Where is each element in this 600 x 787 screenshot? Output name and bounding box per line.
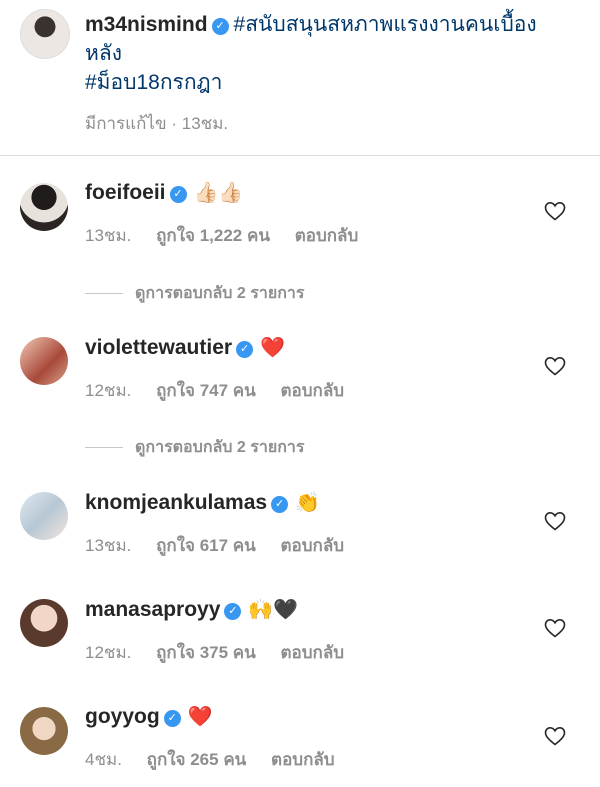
comment-meta: 4ชม. ถูกใจ 265 คน ตอบกลับ xyxy=(85,746,355,773)
post-meta: มีการแก้ไข · 13ชม. xyxy=(85,110,228,137)
post-time: 13ชม. xyxy=(181,114,229,133)
verified-badge-icon: ✓ xyxy=(169,186,187,203)
comment-header: knomjeankulamas ✓ 👏 xyxy=(85,490,320,515)
view-replies-label: ดูการตอบกลับ 2 รายการ xyxy=(135,285,305,302)
comment-text: 👏 xyxy=(295,492,320,514)
reply-button[interactable]: ตอบกลับ xyxy=(295,226,359,245)
post-author-username[interactable]: m34nismind xyxy=(85,13,208,36)
heart-outline-icon[interactable] xyxy=(543,354,567,378)
comment-likes[interactable]: ถูกใจ 265 คน xyxy=(147,750,247,769)
comment-time: 12ชม. xyxy=(85,643,132,662)
comment-avatar[interactable] xyxy=(20,599,68,647)
comment-time: 13ชม. xyxy=(85,536,132,555)
replies-line xyxy=(85,293,123,295)
heart-outline-icon[interactable] xyxy=(543,509,567,533)
comment-username[interactable]: violettewautier xyxy=(85,336,232,359)
divider xyxy=(0,155,600,156)
comment-username[interactable]: manasaproyy xyxy=(85,598,220,621)
hashtag-link[interactable]: #สนับสนุนสหภาพแรงงานคนเบื้อง xyxy=(234,13,537,36)
comment-meta: 12ชม. ถูกใจ 375 คน ตอบกลับ xyxy=(85,639,364,666)
comment-text: 👍🏻👍🏻 xyxy=(193,182,244,204)
heart-outline-icon[interactable] xyxy=(543,199,567,223)
comment-time: 13ชม. xyxy=(85,226,132,245)
post-caption: m34nismind ✓ #สนับสนุนสหภาพแรงงานคนเบื้อง … xyxy=(85,10,585,97)
verified-badge-icon: ✓ xyxy=(224,603,242,620)
heart-outline-icon[interactable] xyxy=(543,724,567,748)
comment-avatar[interactable] xyxy=(20,707,68,755)
comment-username[interactable]: foeifoeii xyxy=(85,181,166,204)
post-author-avatar[interactable] xyxy=(20,9,70,59)
comment-avatar[interactable] xyxy=(20,492,68,540)
comment-time: 4ชม. xyxy=(85,750,122,769)
comment-header: manasaproyy ✓ 🙌🖤 xyxy=(85,597,298,622)
comment-meta: 12ชม. ถูกใจ 747 คน ตอบกลับ xyxy=(85,377,364,404)
comment-header: foeifoeii ✓ 👍🏻👍🏻 xyxy=(85,180,243,205)
comment-meta: 13ชม. ถูกใจ 617 คน ตอบกลับ xyxy=(85,532,364,559)
replies-line xyxy=(85,447,123,449)
comment-time: 12ชม. xyxy=(85,381,132,400)
reply-button[interactable]: ตอบกลับ xyxy=(281,643,345,662)
reply-button[interactable]: ตอบกลับ xyxy=(281,536,345,555)
hashtag-link-2[interactable]: #ม็อบ18กรกฎา xyxy=(85,71,222,94)
comment-likes[interactable]: ถูกใจ 375 คน xyxy=(156,643,256,662)
verified-badge-icon: ✓ xyxy=(163,710,181,727)
view-replies-button[interactable]: ดูการตอบกลับ 2 รายการ xyxy=(85,435,304,460)
verified-badge-icon: ✓ xyxy=(236,341,254,358)
reply-button[interactable]: ตอบกลับ xyxy=(271,750,335,769)
verified-badge-icon: ✓ xyxy=(271,496,289,513)
view-replies-label: ดูการตอบกลับ 2 รายการ xyxy=(135,439,305,456)
meta-separator: · xyxy=(171,114,178,133)
comment-likes[interactable]: ถูกใจ 617 คน xyxy=(156,536,256,555)
reply-button[interactable]: ตอบกลับ xyxy=(281,381,345,400)
comment-username[interactable]: knomjeankulamas xyxy=(85,491,267,514)
comment-header: goyyog ✓ ❤️ xyxy=(85,704,213,729)
comment-likes[interactable]: ถูกใจ 747 คน xyxy=(156,381,256,400)
comment-avatar[interactable] xyxy=(20,183,68,231)
heart-outline-icon[interactable] xyxy=(543,616,567,640)
comment-meta: 13ชม. ถูกใจ 1,222 คน ตอบกลับ xyxy=(85,222,378,249)
view-replies-button[interactable]: ดูการตอบกลับ 2 รายการ xyxy=(85,281,304,306)
comment-likes[interactable]: ถูกใจ 1,222 คน xyxy=(156,226,270,245)
edited-label: มีการแก้ไข xyxy=(85,114,167,133)
comment-text: 🙌🖤 xyxy=(248,599,299,621)
comment-text: ❤️ xyxy=(187,706,213,728)
comment-header: violettewautier ✓ ❤️ xyxy=(85,335,285,360)
comment-text: ❤️ xyxy=(260,337,285,359)
verified-badge-icon: ✓ xyxy=(211,18,229,35)
comment-username[interactable]: goyyog xyxy=(85,705,160,728)
comment-avatar[interactable] xyxy=(20,337,68,385)
hashtag-link-continuation[interactable]: หลัง xyxy=(85,42,122,65)
